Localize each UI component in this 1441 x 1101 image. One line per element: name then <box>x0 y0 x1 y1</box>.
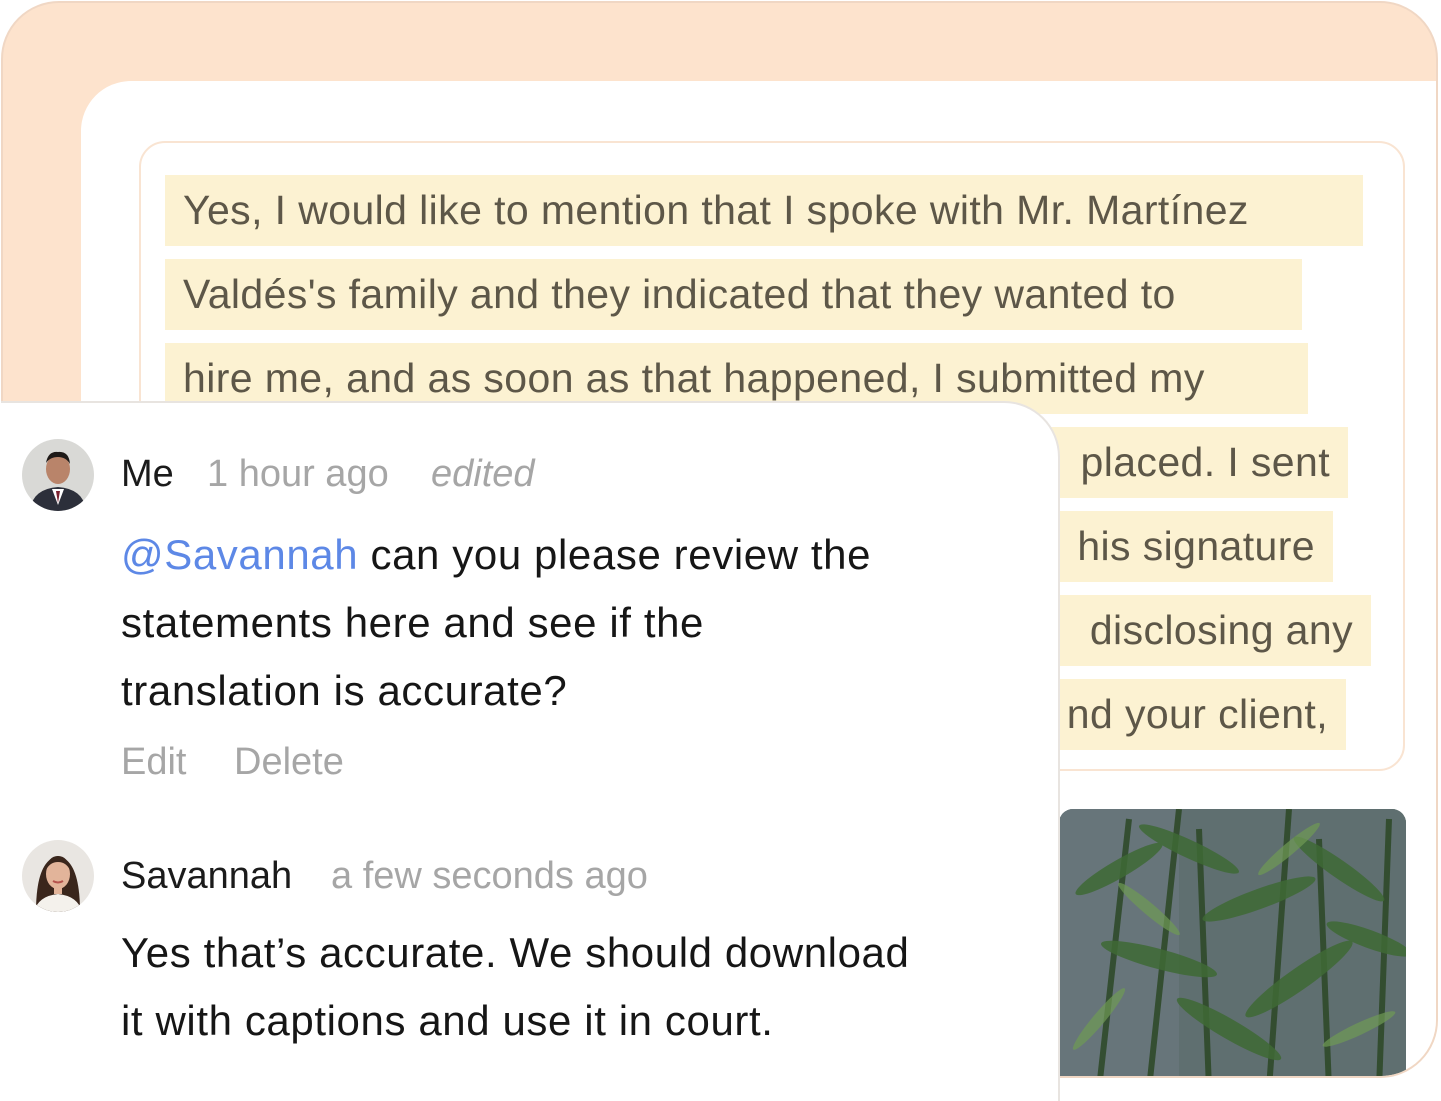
plant-image <box>1059 809 1406 1076</box>
comment-text: can you please review the <box>358 531 872 578</box>
comments-panel: Me 1 hour ago edited @Savannah can you p… <box>1 401 1060 1101</box>
comment-text: statements here and see if the <box>121 599 705 646</box>
comment-body: Yes that’s accurate. We should download … <box>121 919 909 1055</box>
transcript-line: Yes, I would like to mention that I spok… <box>165 175 1363 246</box>
transcript-line: his signature <box>1037 511 1333 582</box>
comment-timestamp: 1 hour ago <box>207 453 389 495</box>
comment-text: it with captions and use it in court. <box>121 997 774 1044</box>
comment-author: Savannah <box>121 855 293 897</box>
transcript-line: nd your client, <box>1037 679 1346 750</box>
comment-body: @Savannah can you please review the stat… <box>121 521 871 725</box>
comment-text: translation is accurate? <box>121 667 568 714</box>
edit-button[interactable]: Edit <box>121 741 186 784</box>
delete-button[interactable]: Delete <box>234 741 344 784</box>
transcript-line: disclosing any <box>1037 595 1371 666</box>
comment-author: Me <box>121 453 174 495</box>
avatar-savannah <box>22 840 94 912</box>
comment-timestamp: a few seconds ago <box>331 855 648 897</box>
transcript-line: placed. I sent <box>1037 427 1348 498</box>
comment-text: Yes that’s accurate. We should download <box>121 929 910 976</box>
edited-label: edited <box>431 453 535 495</box>
video-thumbnail[interactable] <box>1059 809 1406 1076</box>
mention-link[interactable]: @Savannah <box>121 531 358 578</box>
avatar-me <box>22 439 94 511</box>
transcript-line: Valdés's family and they indicated that … <box>165 259 1302 330</box>
